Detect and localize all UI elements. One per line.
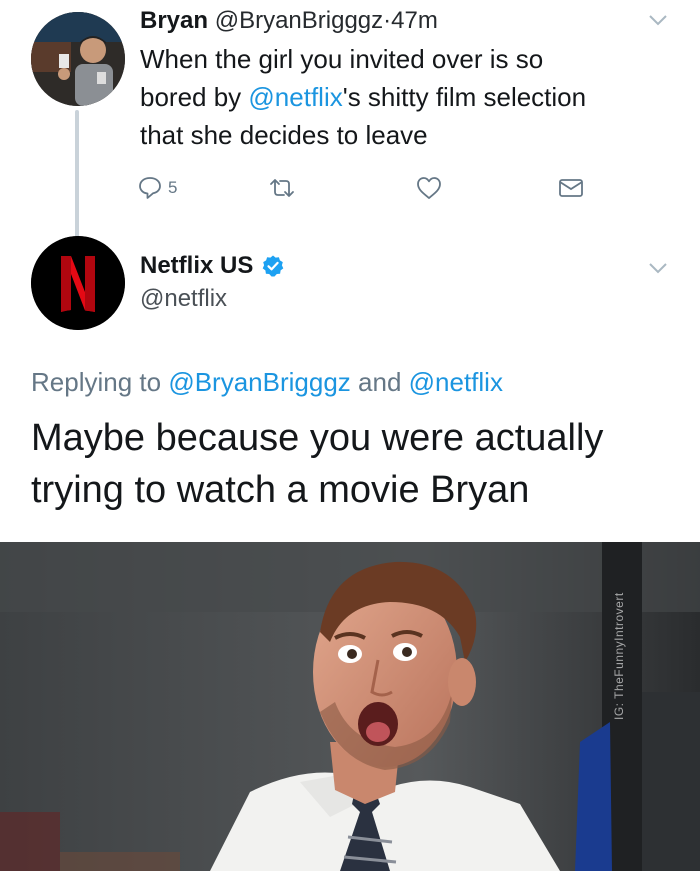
reply-button[interactable]: 5 xyxy=(137,172,177,204)
avatar-photo xyxy=(31,12,125,106)
author-name[interactable]: Netflix US xyxy=(140,252,253,280)
reply-text-line: trying to watch a movie Bryan xyxy=(31,469,530,511)
thread-connector-line xyxy=(75,110,79,240)
mention-link[interactable]: @netflix xyxy=(248,82,342,112)
mention-link[interactable]: @netflix xyxy=(409,367,503,397)
reply-count: 5 xyxy=(168,178,178,197)
like-button[interactable] xyxy=(415,172,443,204)
heart-icon xyxy=(417,177,441,199)
replying-prefix: Replying to xyxy=(31,367,169,397)
original-tweet: Bryan @BryanBrigggz·47m When the girl yo… xyxy=(0,0,700,240)
tweet-text-line: bored by @netflix's shitty film selectio… xyxy=(140,78,670,116)
avatar-bryan[interactable] xyxy=(31,12,125,106)
netflix-logo-icon xyxy=(31,236,125,330)
tweet-text-fragment: bored by xyxy=(140,82,249,112)
reply-text: Maybe because you were actually trying t… xyxy=(31,412,671,516)
attached-image[interactable] xyxy=(0,542,700,871)
replying-and: and xyxy=(350,367,409,397)
tweet-header: Bryan @BryanBrigggz·47m xyxy=(140,6,438,36)
reply-author-row: Netflix US xyxy=(140,252,285,280)
chevron-down-icon[interactable] xyxy=(648,14,668,26)
tweet-text-fragment: 's shitty film selection xyxy=(342,82,587,112)
timestamp[interactable]: 47m xyxy=(391,7,438,34)
surprised-man-photo xyxy=(0,542,700,871)
retweet-icon xyxy=(270,179,294,197)
image-watermark: IG: TheFunnyIntrovert xyxy=(612,592,626,720)
reply-icon xyxy=(139,177,161,199)
tweet-text-line: When the girl you invited over is so xyxy=(140,44,544,74)
envelope-icon xyxy=(559,179,583,197)
tweet-actions: 5 xyxy=(137,172,607,204)
verified-badge-icon xyxy=(263,255,284,277)
avatar-netflix[interactable] xyxy=(31,236,125,330)
tweet-text-line: that she decides to leave xyxy=(140,120,428,150)
author-name[interactable]: Bryan xyxy=(140,7,208,34)
retweet-button[interactable] xyxy=(267,172,297,204)
author-handle[interactable]: @BryanBrigggz xyxy=(215,7,383,34)
reply-text-line: Maybe because you were actually xyxy=(31,417,604,459)
separator-dot: · xyxy=(383,7,392,34)
author-handle[interactable]: @netflix xyxy=(140,285,227,313)
tweet-text: When the girl you invited over is so bor… xyxy=(140,40,670,154)
replying-to-line: Replying to @BryanBrigggz and @netflix xyxy=(31,367,503,398)
direct-message-button[interactable] xyxy=(557,172,585,204)
mention-link[interactable]: @BryanBrigggz xyxy=(168,367,350,397)
chevron-down-icon[interactable] xyxy=(648,262,668,274)
